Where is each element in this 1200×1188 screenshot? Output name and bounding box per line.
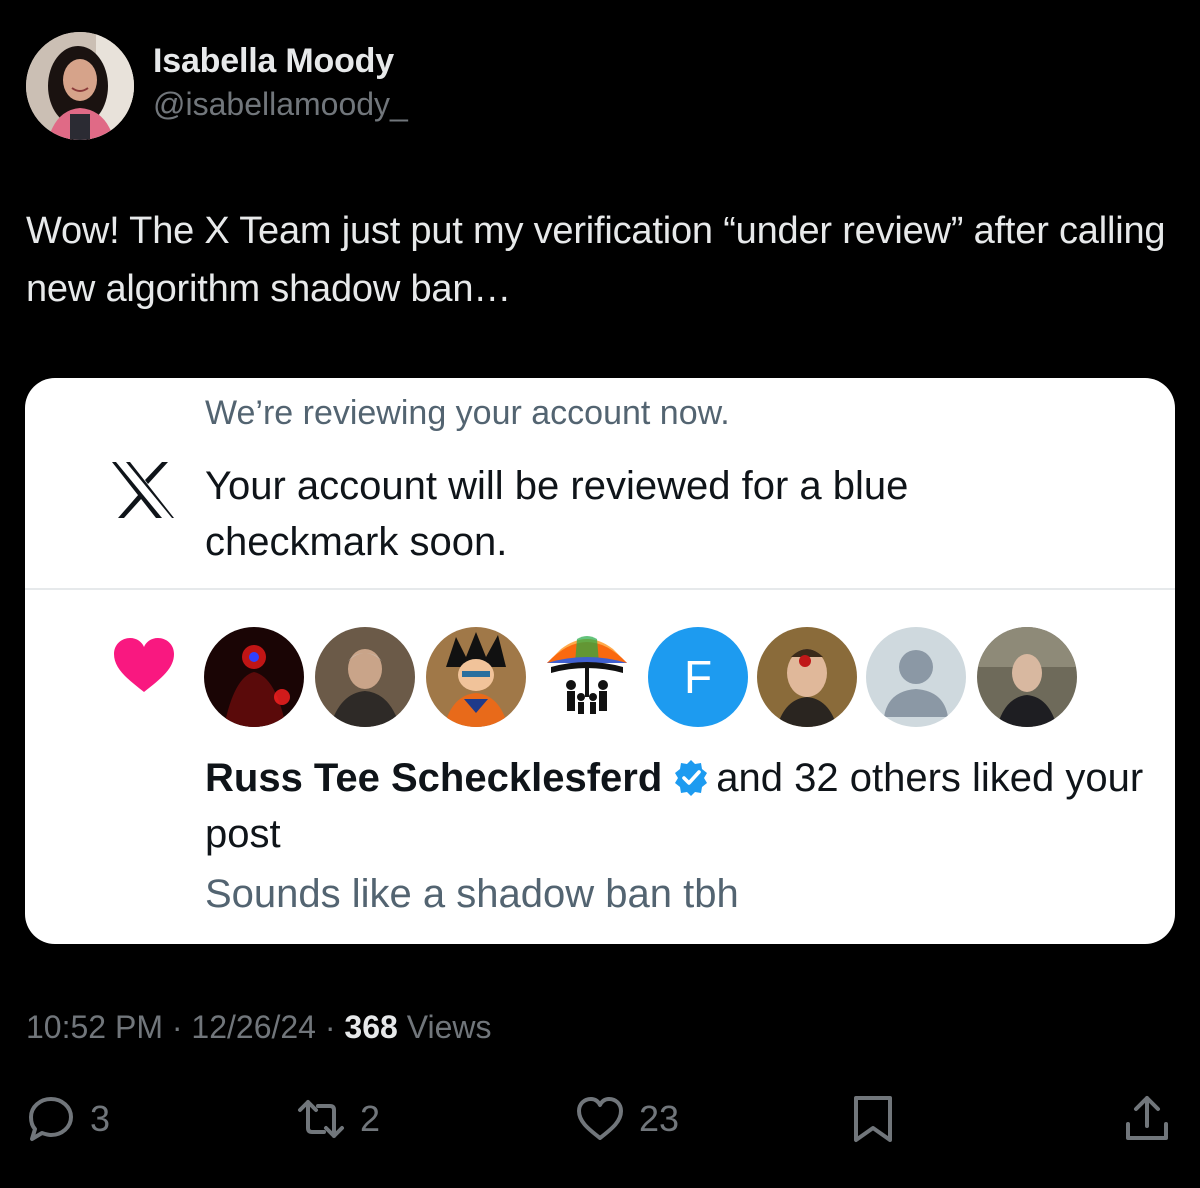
- default-person-avatar-icon: [866, 627, 966, 727]
- liker-name[interactable]: Russ Tee Schecklesferd: [205, 756, 662, 800]
- views-label: Views: [406, 1009, 492, 1045]
- post-date[interactable]: 12/26/24: [191, 1009, 316, 1045]
- dark-red-figure-avatar-icon: [204, 627, 304, 727]
- heart-outline-icon: [577, 1097, 623, 1140]
- x-logo-icon: [112, 462, 174, 518]
- umbrella-family-avatar-icon: [537, 627, 637, 727]
- author-avatar[interactable]: [26, 32, 134, 140]
- post-time[interactable]: 10:52 PM: [26, 1009, 163, 1045]
- meta-separator: ·: [162, 1009, 192, 1045]
- reply-icon: [29, 1097, 73, 1141]
- post-meta: 10:52 PM · 12/26/24 · 368 Views: [26, 1009, 491, 1046]
- reply-preview-text: Sounds like a shadow ban tbh: [205, 872, 739, 916]
- repost-button[interactable]: 2: [296, 1092, 380, 1146]
- like-button[interactable]: 23: [575, 1092, 679, 1146]
- author-handle[interactable]: @isabellamoody_: [153, 86, 408, 123]
- share-button[interactable]: [1122, 1092, 1172, 1146]
- anime-character-avatar-icon: [426, 627, 526, 727]
- review-notification-body: Your account will be reviewed for a blue…: [205, 464, 909, 564]
- tweet-text: Wow! The X Team just put my verification…: [26, 210, 1166, 310]
- letter-avatar-icon: F: [648, 627, 748, 727]
- like-count: 23: [639, 1098, 680, 1139]
- share-icon: [1126, 1096, 1168, 1140]
- liker-avatar[interactable]: [537, 627, 637, 727]
- bloody-face-avatar-icon: [757, 627, 857, 727]
- liker-avatar[interactable]: [977, 627, 1077, 727]
- heart-icon: [114, 638, 174, 692]
- profile-photo-icon: [26, 32, 134, 140]
- liker-avatar[interactable]: [315, 627, 415, 727]
- views-count: 368: [344, 1009, 398, 1045]
- repost-icon: [298, 1100, 344, 1138]
- older-man-avatar-icon: [315, 627, 415, 727]
- man-selfie-avatar-icon: [977, 627, 1077, 727]
- bookmark-button[interactable]: [848, 1092, 898, 1146]
- notification-divider: [25, 588, 1175, 590]
- bookmark-icon: [854, 1096, 892, 1142]
- meta-separator: ·: [315, 1009, 345, 1045]
- letter-avatar-letter: F: [684, 651, 712, 703]
- liker-avatar[interactable]: [426, 627, 526, 727]
- liker-avatar[interactable]: F: [648, 627, 748, 727]
- reply-button[interactable]: 3: [26, 1092, 110, 1146]
- review-notification-title: We’re reviewing your account now.: [205, 394, 730, 432]
- liker-avatar[interactable]: [866, 627, 966, 727]
- like-notification-text: Russ Tee Schecklesferd and 32 others lik…: [205, 750, 1155, 862]
- liker-avatar[interactable]: [757, 627, 857, 727]
- repost-count: 2: [360, 1098, 381, 1139]
- verified-badge-icon: [675, 760, 708, 796]
- author-name[interactable]: Isabella Moody: [153, 42, 394, 81]
- reply-count: 3: [90, 1098, 111, 1139]
- liker-avatar[interactable]: [204, 627, 304, 727]
- tweet-post: Isabella Moody @isabellamoody_ Wow! The …: [0, 0, 1200, 1188]
